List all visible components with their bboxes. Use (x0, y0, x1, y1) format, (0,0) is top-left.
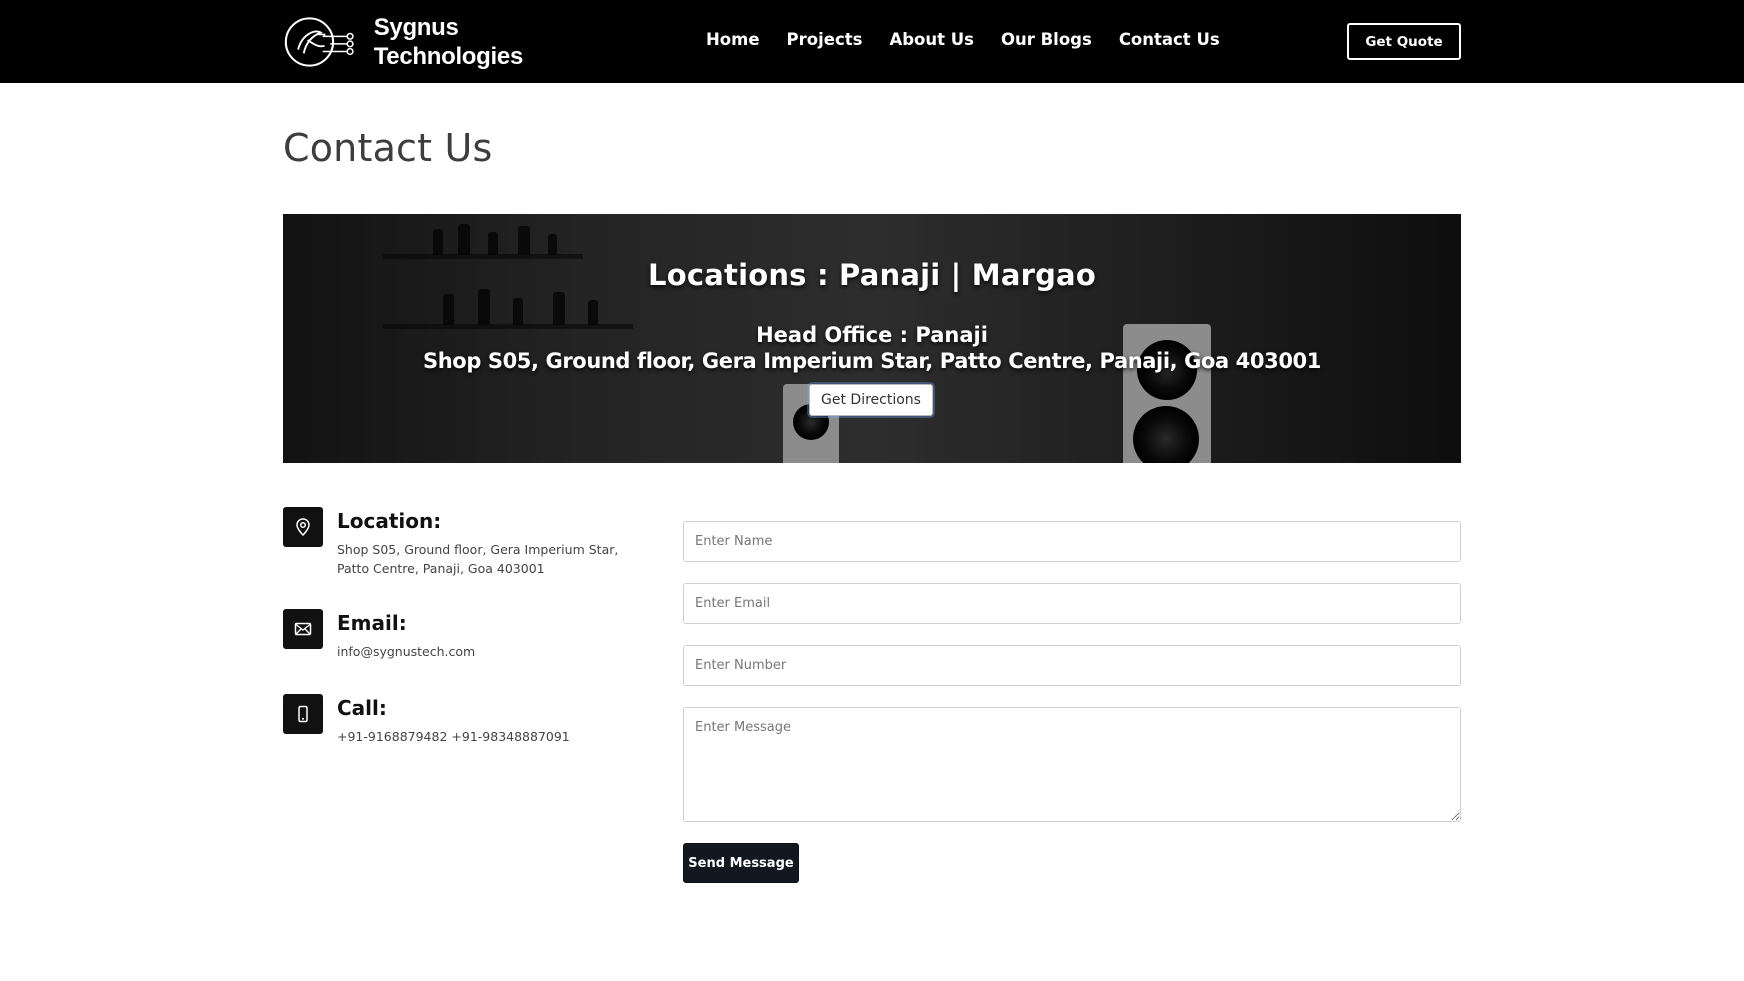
main-nav: Home Projects About Us Our Blogs Contact… (706, 30, 1247, 49)
info-call: Call: +91-9168879482 +91-98348887091 (283, 694, 643, 754)
brand-logo[interactable]: Sygnus Technologies (283, 12, 523, 72)
head-office-address: Shop S05, Ground floor, Gera Imperium St… (423, 349, 1321, 373)
location-text: Shop S05, Ground floor, Gera Imperium St… (337, 542, 619, 576)
brand-line-1: Sygnus (373, 14, 459, 41)
brand-line-2: Technologies (373, 43, 524, 70)
call-text[interactable]: +91-9168879482 +91-98348887091 (337, 727, 637, 746)
envelope-icon (283, 609, 323, 649)
banner-content: Locations : Panaji | Margao Head Office … (283, 214, 1461, 463)
mobile-phone-icon (283, 694, 323, 734)
page-title: Contact Us (283, 126, 493, 170)
nav-projects[interactable]: Projects (787, 30, 863, 49)
get-directions-button[interactable]: Get Directions (809, 384, 933, 416)
nav-contact-us[interactable]: Contact Us (1119, 30, 1220, 49)
nav-home[interactable]: Home (706, 30, 760, 49)
send-message-button[interactable]: Send Message (683, 843, 799, 883)
locations-heading: Locations : Panaji | Margao (648, 258, 1096, 292)
number-input[interactable] (683, 645, 1461, 686)
info-email: Email: info@sygnustech.com (283, 609, 643, 669)
email-input[interactable] (683, 583, 1461, 624)
locations-banner: Locations : Panaji | Margao Head Office … (283, 214, 1461, 463)
name-input[interactable] (683, 521, 1461, 562)
brand-name: Sygnus Technologies (373, 13, 524, 71)
info-location: Location: Shop S05, Ground floor, Gera I… (283, 507, 643, 577)
head-office-label: Head Office : Panaji (756, 323, 988, 347)
top-navbar: Sygnus Technologies Home Projects About … (0, 0, 1744, 83)
nav-our-blogs[interactable]: Our Blogs (1001, 30, 1092, 49)
map-pin-icon (283, 507, 323, 547)
message-textarea[interactable] (683, 707, 1461, 822)
location-heading: Location: (337, 509, 442, 533)
nav-about-us[interactable]: About Us (889, 30, 974, 49)
call-heading: Call: (337, 696, 387, 720)
logo-icon (284, 17, 354, 67)
email-heading: Email: (337, 611, 407, 635)
get-quote-button[interactable]: Get Quote (1347, 23, 1461, 60)
email-text[interactable]: info@sygnustech.com (337, 642, 637, 661)
